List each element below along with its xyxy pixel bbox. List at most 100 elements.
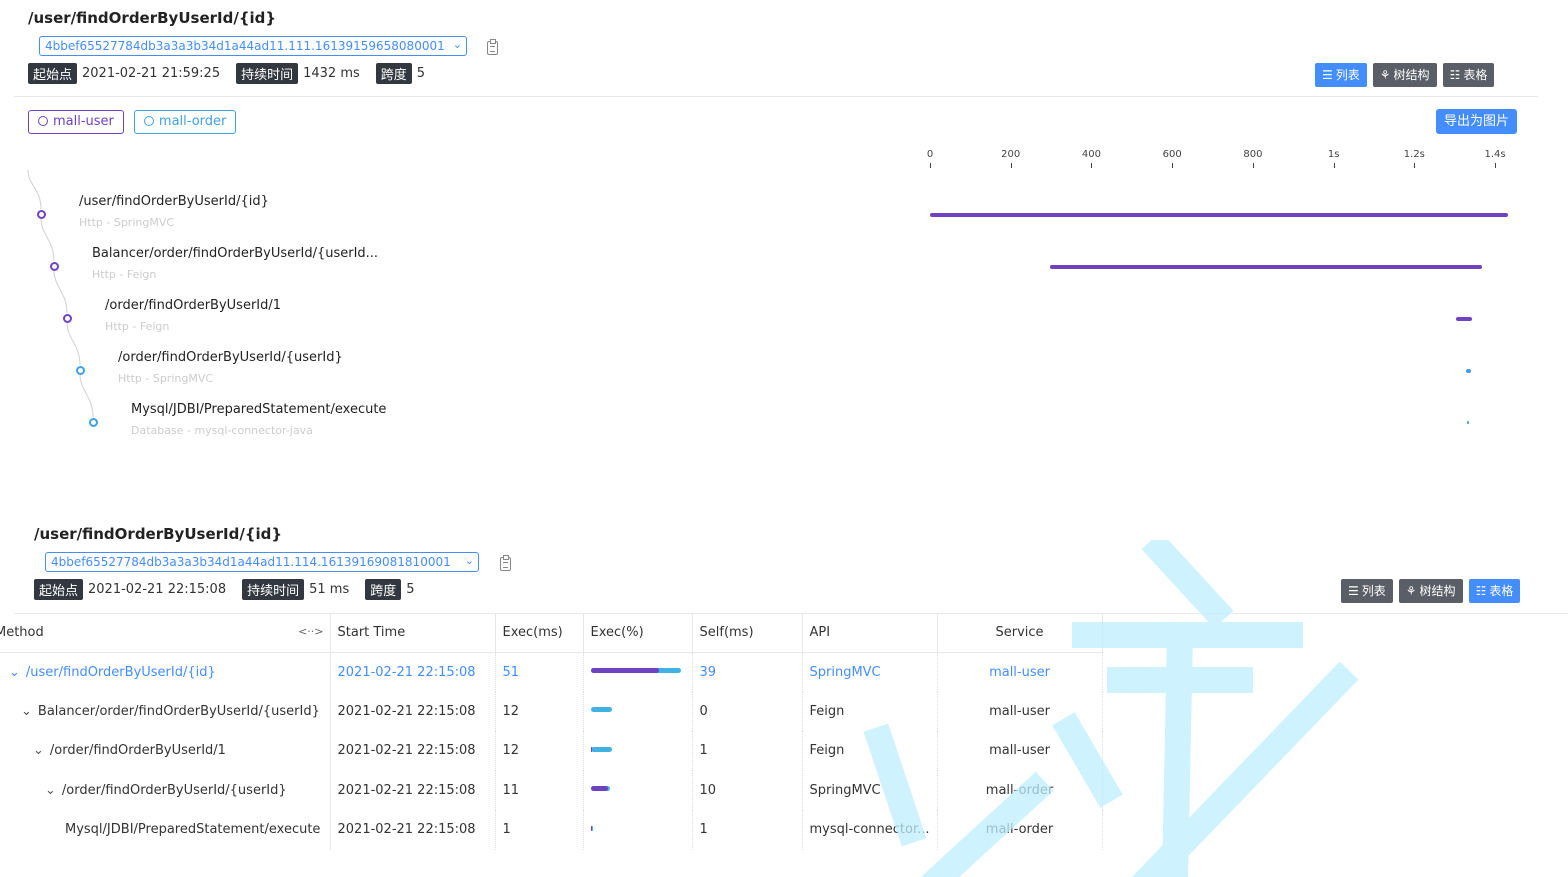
- cell-api: Feign: [802, 731, 938, 771]
- span-name[interactable]: Mysql/JDBI/PreparedStatement/execute: [131, 402, 386, 417]
- method-label[interactable]: Mysql/JDBI/PreparedStatement/execute: [65, 822, 320, 837]
- span-node-dot[interactable]: [62, 313, 72, 323]
- col-method-label: Method: [0, 625, 44, 641]
- exec-percent-bar: [590, 665, 683, 679]
- span-name[interactable]: /user/findOrderByUserId/{id}: [79, 194, 269, 209]
- cell-service: mall-order: [937, 770, 1103, 810]
- cell-service: mall-order: [937, 810, 1103, 850]
- chevron-down-icon[interactable]: ⌄: [45, 783, 56, 798]
- table-row[interactable]: ⌄ /order/findOrderByUserId/{userId} 2021-0…: [0, 770, 1103, 810]
- col-service[interactable]: Service: [937, 614, 1103, 653]
- cell-exec-pct: [583, 652, 693, 692]
- exec-percent-bar: [590, 744, 683, 758]
- tree-link: [66, 322, 81, 366]
- cell-exec-pct: [583, 691, 693, 731]
- table-row[interactable]: ⌄ /user/findOrderByUserId/{id} 2021-02-21 …: [0, 652, 1103, 692]
- span-node-dot[interactable]: [75, 365, 85, 375]
- cell-api: Feign: [802, 691, 938, 731]
- cell-exec-pct: [583, 810, 693, 850]
- duration-value: 51 ms: [309, 582, 350, 597]
- cell-self-ms: 1: [692, 731, 803, 771]
- tree-link: [27, 169, 42, 210]
- exec-bar: [590, 707, 612, 713]
- span-duration-bar[interactable]: [1466, 368, 1471, 373]
- trace2-id-value: 4bbef65527784db3a3a3b34d1a44ad11.114.161…: [51, 555, 451, 569]
- view-tree-button[interactable]: ⚘ 树结构: [1398, 579, 1463, 603]
- span-subtitle: Database - mysql-connector-java: [131, 424, 313, 437]
- axis-tick-label: 200: [1001, 149, 1021, 160]
- cell-start-time: 2021-02-21 22:15:08: [330, 731, 496, 771]
- col-start-time[interactable]: Start Time: [330, 614, 496, 653]
- clipboard-icon[interactable]: [500, 555, 511, 571]
- span-subtitle: Http - SpringMVC: [118, 372, 214, 385]
- axis-tick-label: 0: [926, 149, 934, 160]
- exec-percent-bar: [590, 704, 683, 718]
- col-exec-ms[interactable]: Exec(ms): [495, 614, 584, 653]
- view-table-button[interactable]: ☷ 表格: [1468, 579, 1521, 603]
- trace2-title: /user/findOrderByUserId/{id}: [34, 525, 283, 543]
- tree-link: [53, 270, 68, 314]
- cell-self-ms: 1: [692, 810, 803, 850]
- exec-percent-bar: [590, 783, 683, 797]
- chevron-down-icon[interactable]: ⌄: [9, 665, 20, 680]
- method-label[interactable]: Balancer/order/findOrderByUserId/{userId…: [38, 704, 320, 719]
- cell-exec-ms: 12: [495, 691, 584, 731]
- column-resize-icon[interactable]: <··>: [298, 625, 323, 638]
- view-label: 列表: [1361, 584, 1386, 598]
- span-node-dot[interactable]: [36, 209, 46, 219]
- chevron-down-icon[interactable]: ⌄: [33, 743, 44, 758]
- col-self-ms[interactable]: Self(ms): [692, 614, 803, 653]
- cell-method: ⌄ /order/findOrderByUserId/1: [0, 731, 331, 771]
- list-icon: ☰: [1348, 584, 1359, 598]
- cell-service: mall-user: [937, 691, 1103, 731]
- cell-method: Mysql/JDBI/PreparedStatement/execute: [0, 810, 331, 850]
- span-duration-bar[interactable]: [1050, 264, 1482, 269]
- cell-start-time: 2021-02-21 22:15:08: [330, 810, 496, 850]
- span-duration-bar[interactable]: [930, 212, 1508, 217]
- col-api[interactable]: API: [802, 614, 938, 653]
- span-subtitle: Http - SpringMVC: [79, 216, 175, 229]
- method-label[interactable]: /order/findOrderByUserId/1: [50, 743, 226, 758]
- axis-tick: [1172, 163, 1174, 168]
- cell-self-ms: 10: [692, 770, 803, 810]
- chevron-down-icon[interactable]: ⌄: [21, 704, 32, 719]
- method-label[interactable]: /order/findOrderByUserId/{userId}: [62, 783, 287, 798]
- axis-tick-label: 1.2s: [1403, 149, 1425, 160]
- span-table: Method <··> Start Time Exec(ms) Exec(%) …: [0, 614, 1103, 850]
- method-label[interactable]: /user/findOrderByUserId/{id}: [26, 665, 216, 680]
- table-row[interactable]: ⌄ Balancer/order/findOrderByUserId/{userI…: [0, 691, 1103, 731]
- cell-exec-ms: 11: [495, 770, 584, 810]
- span-node-dot[interactable]: [88, 417, 98, 427]
- span-node-dot[interactable]: [49, 261, 59, 271]
- cell-self-ms: 39: [692, 652, 803, 692]
- table-row[interactable]: Mysql/JDBI/PreparedStatement/execute 2021…: [0, 810, 1103, 850]
- span-duration-bar[interactable]: [1467, 420, 1470, 424]
- span-tree-lines: [27, 169, 94, 418]
- trace2-view-switch: ☰ 列表 ⚘ 树结构 ☷ 表格: [1341, 579, 1521, 603]
- span-subtitle: Http - Feign: [105, 320, 170, 333]
- self-bar: [590, 668, 659, 673]
- table-row[interactable]: ⌄ /order/findOrderByUserId/1 2021-02-21 22…: [0, 731, 1103, 771]
- cell-exec-ms: 51: [495, 652, 584, 692]
- cell-exec-pct: [583, 731, 693, 771]
- axis-tick: [1010, 163, 1012, 168]
- cell-service: mall-user: [937, 731, 1103, 771]
- trace1-timeline: 0 200 400 600 800 1s 1.2s 1.4s/user/findOrderBy…: [0, 0, 1568, 460]
- span-name[interactable]: /order/findOrderByUserId/1: [105, 298, 281, 313]
- span-duration-bar[interactable]: [1455, 316, 1472, 321]
- start-value: 2021-02-21 22:15:08: [88, 582, 227, 597]
- cell-api: SpringMVC: [802, 770, 938, 810]
- table-icon: ☷: [1475, 584, 1487, 598]
- span-name[interactable]: Balancer/order/findOrderByUserId/{userId…: [92, 246, 378, 261]
- span-name[interactable]: /order/findOrderByUserId/{userId}: [118, 350, 343, 365]
- axis-tick-label: 400: [1081, 149, 1101, 160]
- col-exec-pct[interactable]: Exec(%): [583, 614, 693, 653]
- tree-link: [40, 218, 55, 262]
- view-list-button[interactable]: ☰ 列表: [1341, 579, 1393, 603]
- col-method[interactable]: Method <··>: [0, 614, 331, 653]
- trace2-id-select[interactable]: 4bbef65527784db3a3a3b34d1a44ad11.114.161…: [45, 552, 479, 572]
- duration-tag: 持续时间: [242, 579, 305, 600]
- cell-method: ⌄ /order/findOrderByUserId/{userId}: [0, 770, 331, 810]
- cell-exec-ms: 1: [495, 810, 584, 850]
- axis-tick-label: 1s: [1327, 149, 1340, 160]
